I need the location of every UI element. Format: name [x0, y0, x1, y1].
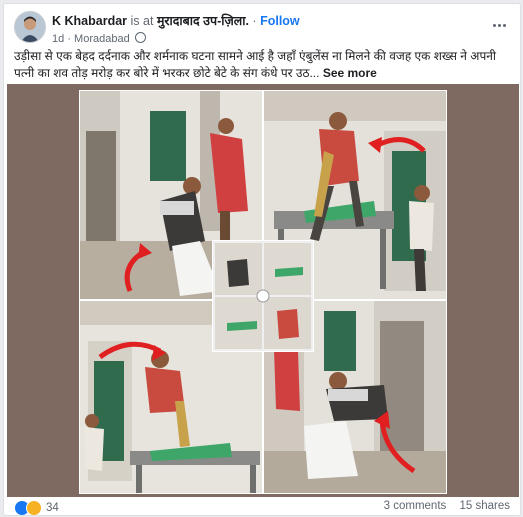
comments-count[interactable]: 3 comments	[384, 500, 447, 512]
checkin-connector: is at	[130, 14, 154, 28]
globe-icon	[134, 32, 146, 43]
follow-button[interactable]: Follow	[260, 14, 300, 28]
reaction-count: 34	[46, 502, 59, 514]
collage-inset	[212, 240, 314, 352]
sad-reaction-icon	[26, 500, 42, 515]
engagement-counts: 3 comments 15 shares	[384, 500, 510, 512]
post-time[interactable]: 1d	[52, 33, 64, 45]
timestamp-line: 1d · Moradabad	[52, 32, 300, 45]
author-line: K Khabardar is at मुरादाबाद उप-ज़िला. · …	[52, 12, 300, 29]
post-meta: K Khabardar is at मुरादाबाद उप-ज़िला. · …	[52, 12, 300, 45]
separator-dot: ·	[67, 33, 71, 45]
see-more-link[interactable]: See more	[323, 66, 377, 80]
photo-collage	[79, 90, 447, 494]
profile-avatar[interactable]	[14, 11, 46, 43]
post-footer: 34 3 comments 15 shares	[14, 500, 510, 515]
checkin-place[interactable]: मुरादाबाद उप-ज़िला.	[157, 14, 249, 28]
reaction-summary[interactable]: 34	[14, 500, 59, 515]
post-message: उड़ीसा से एक बेहद दर्दनाक और शर्मनाक घटन…	[14, 49, 497, 80]
post-location[interactable]: Moradabad	[74, 33, 130, 45]
more-options-icon[interactable]	[488, 16, 510, 34]
separator-dot: ·	[252, 14, 257, 28]
post-text: उड़ीसा से एक बेहद दर्दनाक और शर्मनाक घटन…	[14, 48, 510, 82]
shares-count[interactable]: 15 shares	[459, 500, 510, 512]
post-header: K Khabardar is at मुरादाबाद उप-ज़िला. · …	[14, 10, 510, 45]
post-photo[interactable]	[7, 84, 519, 497]
author-name[interactable]: K Khabardar	[52, 14, 127, 28]
facebook-post: K Khabardar is at मुरादाबाद उप-ज़िला. · …	[3, 3, 521, 516]
